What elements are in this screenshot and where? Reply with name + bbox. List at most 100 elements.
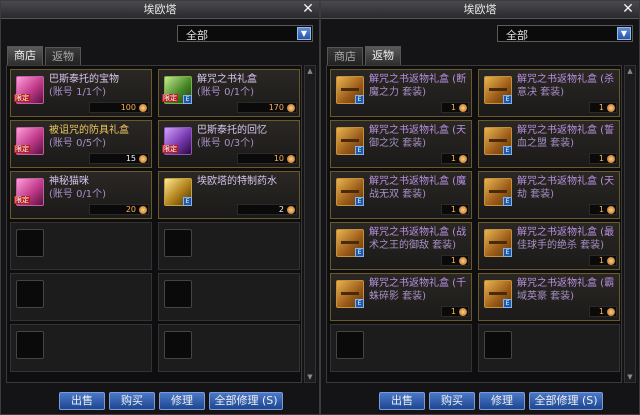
- item-slot[interactable]: E 解咒之书返物礼盒 (天劫 套装) 1: [478, 171, 620, 219]
- coin-icon: [607, 308, 615, 316]
- empty-slot[interactable]: [10, 273, 152, 321]
- empty-slot-icon: [164, 280, 192, 308]
- item-slot[interactable]: E 解咒之书返物礼盒 (断 魔之力 套装) 1: [330, 69, 472, 117]
- item-slot[interactable]: 限定 被诅咒的防具礼盒 (账号 0/5个) 15: [10, 120, 152, 168]
- item-slot[interactable]: E 解咒之书返物礼盒 (魔 战无双 套装) 1: [330, 171, 472, 219]
- empty-slot[interactable]: [158, 324, 300, 372]
- item-price: 15: [89, 153, 149, 164]
- empty-slot[interactable]: [330, 324, 472, 372]
- limited-tag: 限定: [14, 145, 30, 153]
- tab-shop[interactable]: 商店: [327, 47, 363, 65]
- scroll-up-icon[interactable]: ▲: [625, 66, 635, 76]
- empty-slot[interactable]: [478, 324, 620, 372]
- empty-slot[interactable]: [10, 222, 152, 270]
- shop-window-left: 埃欧塔 ✕ 全部 ▼ 商店 返物 限定 巴斯泰托的宝物 (账号 1/1个) 100 限定…: [0, 0, 320, 415]
- item-limit: 术之王的御敌 套装): [369, 240, 457, 251]
- item-name: 巴斯泰托的宝物: [49, 74, 119, 85]
- window-titlebar[interactable]: 埃欧塔 ✕: [321, 1, 639, 19]
- item-slot[interactable]: 限定 E 解咒之书礼盒 (账号 0/1个) 170: [158, 69, 300, 117]
- item-slot[interactable]: 限定 神秘猫咪 (账号 0/1个) 20: [10, 171, 152, 219]
- filter-dropdown[interactable]: 全部 ▼: [497, 25, 633, 42]
- item-slot[interactable]: E 解咒之书返物礼盒 (杀 意决 套装) 1: [478, 69, 620, 117]
- empty-slot-icon: [164, 331, 192, 359]
- coin-icon: [287, 206, 295, 214]
- item-price: 1: [441, 153, 469, 164]
- coin-icon: [459, 206, 467, 214]
- tab-shop[interactable]: 商店: [7, 46, 43, 65]
- repair-all-button[interactable]: 全部修理 (S): [209, 392, 283, 410]
- exchange-badge-icon: E: [355, 299, 364, 308]
- item-price: 1: [441, 306, 469, 317]
- tab-buyback[interactable]: 返物: [365, 46, 401, 65]
- item-name: 解咒之书礼盒: [197, 74, 257, 85]
- item-price: 1: [589, 102, 617, 113]
- item-price: 1: [589, 306, 617, 317]
- coin-icon: [139, 104, 147, 112]
- item-slot[interactable]: 限定 巴斯泰托的宝物 (账号 1/1个) 100: [10, 69, 152, 117]
- item-price: 2: [237, 204, 297, 215]
- empty-slot-icon: [16, 331, 44, 359]
- limited-tag: 限定: [162, 145, 178, 153]
- empty-slot[interactable]: [158, 273, 300, 321]
- item-price: 1: [589, 153, 617, 164]
- scroll-up-icon[interactable]: ▲: [305, 66, 315, 76]
- item-slot[interactable]: E 解咒之书返物礼盒 (最 佳球手的绝杀 套装) 1: [478, 222, 620, 270]
- repair-all-button[interactable]: 全部修理 (S): [529, 392, 603, 410]
- item-name: 解咒之书返物礼盒 (杀: [517, 74, 615, 85]
- item-price: 1: [441, 255, 469, 266]
- scroll-down-icon[interactable]: ▼: [625, 372, 635, 382]
- coin-icon: [459, 104, 467, 112]
- sell-button[interactable]: 出售: [59, 392, 105, 410]
- scroll-down-icon[interactable]: ▼: [305, 372, 315, 382]
- coin-icon: [607, 155, 615, 163]
- window-titlebar[interactable]: 埃欧塔 ✕: [1, 1, 319, 19]
- buy-button[interactable]: 购买: [429, 392, 475, 410]
- grid-scrollbar[interactable]: ▲ ▼: [624, 65, 636, 383]
- coin-icon: [607, 257, 615, 265]
- exchange-badge-icon: E: [503, 299, 512, 308]
- filter-value: 全部: [186, 29, 208, 42]
- item-limit: 血之盟 套装): [517, 138, 575, 149]
- item-slot[interactable]: E 解咒之书返物礼盒 (战 术之王的御敌 套装) 1: [330, 222, 472, 270]
- close-icon[interactable]: ✕: [620, 2, 636, 18]
- coin-icon: [139, 206, 147, 214]
- empty-slot-icon: [16, 229, 44, 257]
- item-slot[interactable]: E 解咒之书返物礼盒 (霸 域英豪 套装) 1: [478, 273, 620, 321]
- item-grid: E 解咒之书返物礼盒 (断 魔之力 套装) 1 E 解咒之书返物礼盒 (杀 意决 套装) 1 E…: [326, 65, 622, 383]
- item-price: 1: [589, 255, 617, 266]
- coin-icon: [287, 155, 295, 163]
- item-name: 解咒之书返物礼盒 (誓: [517, 125, 615, 136]
- item-name: 解咒之书返物礼盒 (天: [369, 125, 467, 136]
- item-name: 解咒之书返物礼盒 (最: [517, 227, 615, 238]
- action-bar: 出售 购买 修理 全部修理 (S): [321, 392, 639, 410]
- item-price: 1: [589, 204, 617, 215]
- coin-icon: [459, 257, 467, 265]
- buy-button[interactable]: 购买: [109, 392, 155, 410]
- window-title: 埃欧塔: [463, 3, 497, 16]
- coin-icon: [459, 155, 467, 163]
- empty-slot[interactable]: [10, 324, 152, 372]
- item-limit: 战无双 套装): [369, 189, 427, 200]
- repair-button[interactable]: 修理: [159, 392, 205, 410]
- item-price: 20: [89, 204, 149, 215]
- exchange-badge-icon: E: [183, 95, 192, 104]
- grid-scrollbar[interactable]: ▲ ▼: [304, 65, 316, 383]
- filter-dropdown[interactable]: 全部 ▼: [177, 25, 313, 42]
- item-slot[interactable]: E 解咒之书返物礼盒 (天 御之灾 套装) 1: [330, 120, 472, 168]
- repair-button[interactable]: 修理: [479, 392, 525, 410]
- tab-buyback[interactable]: 返物: [45, 47, 81, 65]
- sell-button[interactable]: 出售: [379, 392, 425, 410]
- item-slot[interactable]: E 埃欧塔的特制药水 2: [158, 171, 300, 219]
- item-price: 1: [441, 102, 469, 113]
- item-name: 解咒之书返物礼盒 (天: [517, 176, 615, 187]
- exchange-badge-icon: E: [503, 197, 512, 206]
- item-limit: (账号 0/1个): [49, 189, 107, 200]
- item-slot[interactable]: E 解咒之书返物礼盒 (誓 血之盟 套装) 1: [478, 120, 620, 168]
- item-slot[interactable]: E 解咒之书返物礼盒 (千 蛛碎影 套装) 1: [330, 273, 472, 321]
- limited-tag: 限定: [14, 196, 30, 204]
- window-title: 埃欧塔: [143, 3, 177, 16]
- item-limit: 御之灾 套装): [369, 138, 427, 149]
- empty-slot[interactable]: [158, 222, 300, 270]
- item-slot[interactable]: 限定 巴斯泰托的回忆 (账号 0/3个) 10: [158, 120, 300, 168]
- close-icon[interactable]: ✕: [300, 2, 316, 18]
